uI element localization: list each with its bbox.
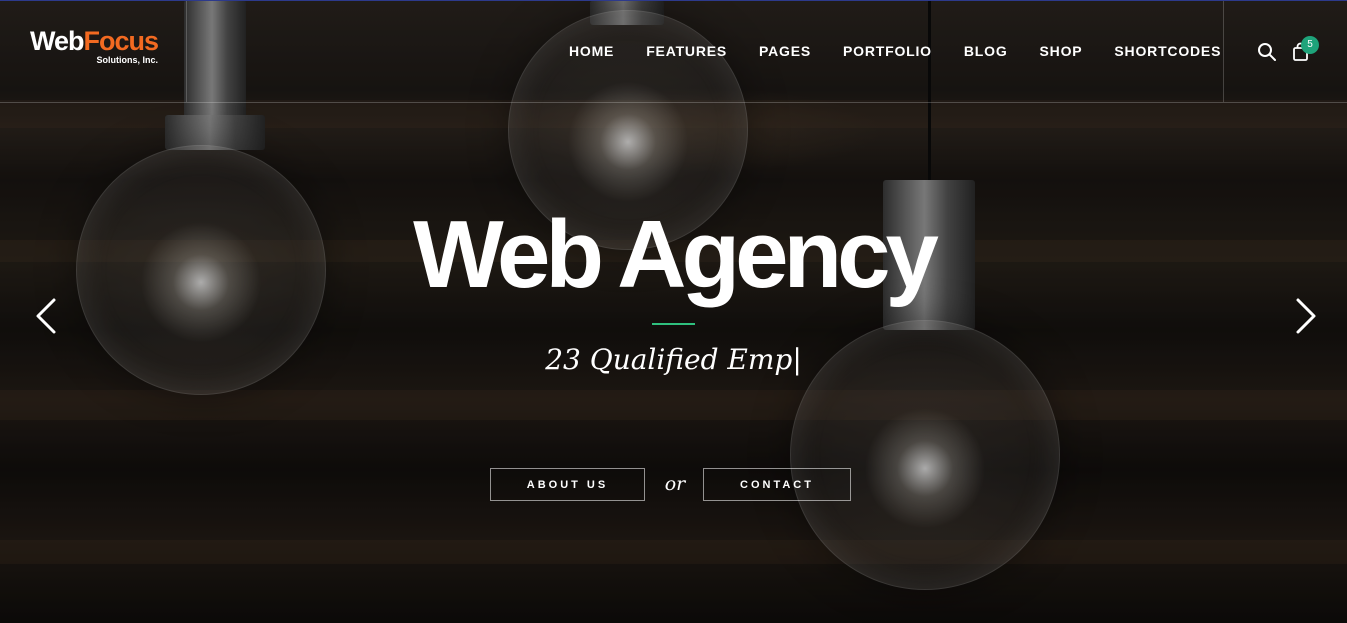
nav-item-blog[interactable]: BLOG <box>948 43 1024 59</box>
nav-item-shop[interactable]: SHOP <box>1024 43 1099 59</box>
search-icon[interactable] <box>1257 42 1277 62</box>
header-divider <box>186 1 187 102</box>
typing-cursor: | <box>792 343 802 376</box>
hero-title: Web Agency <box>413 201 939 308</box>
about-us-button[interactable]: ABOUT US <box>490 468 645 501</box>
nav-item-shortcodes[interactable]: SHORTCODES <box>1098 43 1237 59</box>
hero-subtitle-text: 23 Qualified Emp <box>545 343 793 376</box>
site-header: WebFocus Solutions, Inc. HOME FEATURES P… <box>0 0 1347 103</box>
nav-item-features[interactable]: FEATURES <box>630 43 743 59</box>
logo-wordmark: WebFocus <box>30 26 160 56</box>
logo-part-web: Web <box>30 26 85 56</box>
logo[interactable]: WebFocus Solutions, Inc. <box>30 26 160 65</box>
logo-part-focus: Focus <box>83 26 160 56</box>
header-divider <box>1223 1 1224 102</box>
main-nav: HOME FEATURES PAGES PORTFOLIO BLOG SHOP … <box>553 43 1237 59</box>
nav-item-home[interactable]: HOME <box>553 43 630 59</box>
nav-item-pages[interactable]: PAGES <box>743 43 827 59</box>
contact-button[interactable]: CONTACT <box>703 468 851 501</box>
or-separator: or <box>664 473 686 495</box>
nav-item-portfolio[interactable]: PORTFOLIO <box>827 43 948 59</box>
hero-subtitle: 23 Qualified Emp| <box>0 340 1347 380</box>
cart-count-badge: 5 <box>1301 36 1319 54</box>
logo-subtitle: Solutions, Inc. <box>96 55 159 65</box>
title-accent-line <box>652 323 695 325</box>
